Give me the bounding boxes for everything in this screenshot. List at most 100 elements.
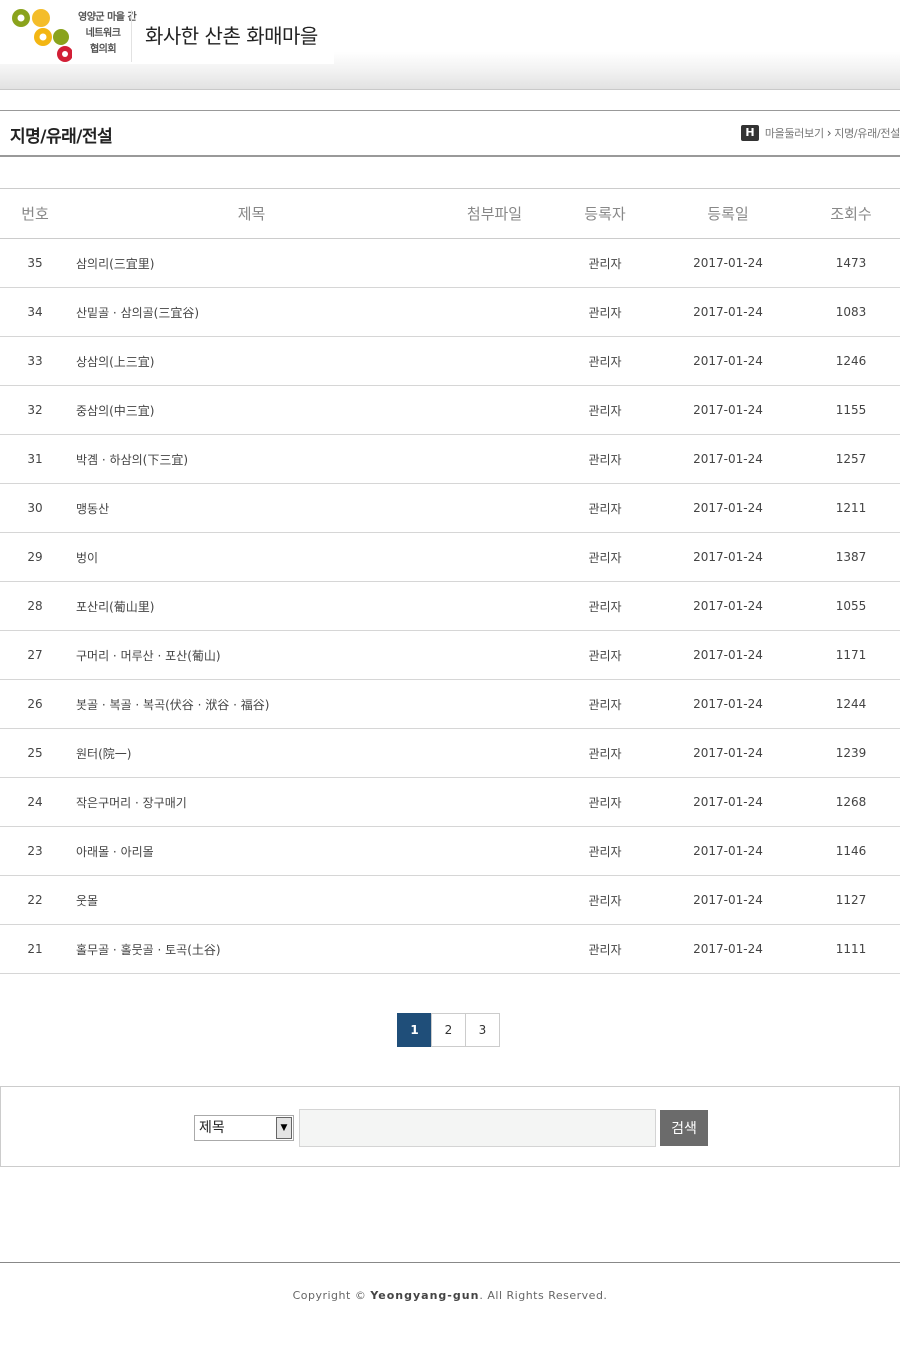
pagination: 1 2 3 [397, 1013, 500, 1047]
dropdown-arrow-icon[interactable]: ▼ [276, 1117, 292, 1139]
table-row[interactable]: 30 맹동산 관리자 2017-01-24 1211 [0, 483, 900, 533]
column-header-date: 등록일 [654, 188, 802, 239]
cell-no: 24 [0, 777, 70, 827]
home-icon[interactable]: H [740, 125, 759, 141]
logo-line: 영양군 마을 간 [78, 12, 137, 23]
cell-author: 관리자 [556, 336, 654, 386]
column-header-views: 조회수 [802, 188, 900, 239]
table-row[interactable]: 31 박곔 · 하삼의(下三宜) 관리자 2017-01-24 1257 [0, 434, 900, 484]
logo-area[interactable]: 영양군 마을 간 네트워크 협의회 화사한 산촌 화매마을 [0, 0, 334, 64]
cell-author: 관리자 [556, 679, 654, 729]
page-title: 지명/유래/전설 [10, 127, 113, 147]
table-row[interactable]: 29 벙이 관리자 2017-01-24 1387 [0, 532, 900, 582]
cell-attachment [433, 336, 556, 386]
network-logo-icon [12, 9, 72, 62]
cell-author: 관리자 [556, 581, 654, 631]
table-row[interactable]: 27 구머리 · 머루산 · 포산(葡山) 관리자 2017-01-24 1171 [0, 630, 900, 680]
breadcrumb: H 마을둘러보기 › 지명/유래/전설 [740, 125, 900, 141]
cell-date: 2017-01-24 [654, 385, 802, 435]
cell-date: 2017-01-24 [654, 434, 802, 484]
cell-views: 1257 [802, 434, 900, 484]
cell-author: 관리자 [556, 532, 654, 582]
page-link-3[interactable]: 3 [465, 1013, 500, 1047]
table-row[interactable]: 28 포산리(葡山里) 관리자 2017-01-24 1055 [0, 581, 900, 631]
cell-subject[interactable]: 포산리(葡山里) [70, 581, 433, 631]
cell-attachment [433, 483, 556, 533]
cell-subject[interactable]: 산밑골 · 삼의골(三宜谷) [70, 287, 433, 337]
cell-no: 27 [0, 630, 70, 680]
breadcrumb-item[interactable]: 마을둘러보기 [765, 125, 824, 141]
table-row[interactable]: 23 아래몰 · 아리몰 관리자 2017-01-24 1146 [0, 826, 900, 876]
cell-author: 관리자 [556, 826, 654, 876]
cell-subject[interactable]: 중삼의(中三宜) [70, 385, 433, 435]
cell-subject[interactable]: 상삼의(上三宜) [70, 336, 433, 386]
table-row[interactable]: 34 산밑골 · 삼의골(三宜谷) 관리자 2017-01-24 1083 [0, 287, 900, 337]
cell-no: 33 [0, 336, 70, 386]
copyright-brand: Yeongyang-gun [370, 1289, 480, 1302]
site-title[interactable]: 화사한 산촌 화매마을 [145, 20, 318, 49]
cell-views: 1055 [802, 581, 900, 631]
cell-author: 관리자 [556, 924, 654, 974]
cell-no: 34 [0, 287, 70, 337]
cell-subject[interactable]: 원터(院一) [70, 728, 433, 778]
cell-no: 31 [0, 434, 70, 484]
table-row[interactable]: 24 작은구머리 · 장구매기 관리자 2017-01-24 1268 [0, 777, 900, 827]
cell-views: 1127 [802, 875, 900, 925]
cell-attachment [433, 728, 556, 778]
column-header-no: 번호 [0, 188, 70, 239]
cell-attachment [433, 287, 556, 337]
cell-no: 21 [0, 924, 70, 974]
cell-subject[interactable]: 홀무골 · 홀뭇골 · 토곡(土谷) [70, 924, 433, 974]
cell-views: 1155 [802, 385, 900, 435]
cell-subject[interactable]: 아래몰 · 아리몰 [70, 826, 433, 876]
cell-author: 관리자 [556, 385, 654, 435]
table-row[interactable]: 35 삼의리(三宜里) 관리자 2017-01-24 1473 [0, 238, 900, 288]
cell-views: 1244 [802, 679, 900, 729]
cell-date: 2017-01-24 [654, 287, 802, 337]
cell-subject[interactable]: 삼의리(三宜里) [70, 238, 433, 288]
table-row[interactable]: 25 원터(院一) 관리자 2017-01-24 1239 [0, 728, 900, 778]
table-row[interactable]: 32 중삼의(中三宜) 관리자 2017-01-24 1155 [0, 385, 900, 435]
search-input[interactable] [299, 1109, 656, 1147]
cell-views: 1239 [802, 728, 900, 778]
cell-views: 1111 [802, 924, 900, 974]
cell-views: 1268 [802, 777, 900, 827]
cell-subject[interactable]: 구머리 · 머루산 · 포산(葡山) [70, 630, 433, 680]
cell-subject[interactable]: 맹동산 [70, 483, 433, 533]
table-row[interactable]: 22 웃몰 관리자 2017-01-24 1127 [0, 875, 900, 925]
page-link-2[interactable]: 2 [431, 1013, 466, 1047]
cell-views: 1083 [802, 287, 900, 337]
breadcrumb-item-current: 지명/유래/전설 [834, 127, 900, 140]
cell-date: 2017-01-24 [654, 532, 802, 582]
cell-subject[interactable]: 작은구머리 · 장구매기 [70, 777, 433, 827]
copyright-prefix: Copyright [292, 1289, 355, 1302]
cell-author: 관리자 [556, 728, 654, 778]
cell-attachment [433, 826, 556, 876]
cell-date: 2017-01-24 [654, 826, 802, 876]
logo-divider [131, 10, 132, 62]
cell-attachment [433, 875, 556, 925]
cell-attachment [433, 532, 556, 582]
cell-no: 25 [0, 728, 70, 778]
footer-copyright: Copyright © Yeongyang-gun. All Rights Re… [0, 1289, 900, 1302]
cell-attachment [433, 630, 556, 680]
cell-subject[interactable]: 봇골 · 복골 · 복곡(伏谷 · 洑谷 · 福谷) [70, 679, 433, 729]
cell-subject[interactable]: 웃몰 [70, 875, 433, 925]
cell-no: 23 [0, 826, 70, 876]
page-link-1[interactable]: 1 [397, 1013, 432, 1047]
cell-date: 2017-01-24 [654, 875, 802, 925]
cell-date: 2017-01-24 [654, 581, 802, 631]
search-field-select[interactable]: 제목 ▼ [194, 1115, 294, 1141]
cell-subject[interactable]: 박곔 · 하삼의(下三宜) [70, 434, 433, 484]
table-row[interactable]: 33 상삼의(上三宜) 관리자 2017-01-24 1246 [0, 336, 900, 386]
cell-no: 35 [0, 238, 70, 288]
cell-views: 1171 [802, 630, 900, 680]
cell-author: 관리자 [556, 777, 654, 827]
search-button[interactable]: 검색 [660, 1110, 708, 1146]
table-row[interactable]: 21 홀무골 · 홀뭇골 · 토곡(土谷) 관리자 2017-01-24 1111 [0, 924, 900, 974]
column-header-author: 등록자 [556, 188, 654, 239]
table-header-row: 번호 제목 첨부파일 등록자 등록일 조회수 [0, 188, 900, 239]
cell-subject[interactable]: 벙이 [70, 532, 433, 582]
table-row[interactable]: 26 봇골 · 복골 · 복곡(伏谷 · 洑谷 · 福谷) 관리자 2017-01-2… [0, 679, 900, 729]
cell-attachment [433, 924, 556, 974]
